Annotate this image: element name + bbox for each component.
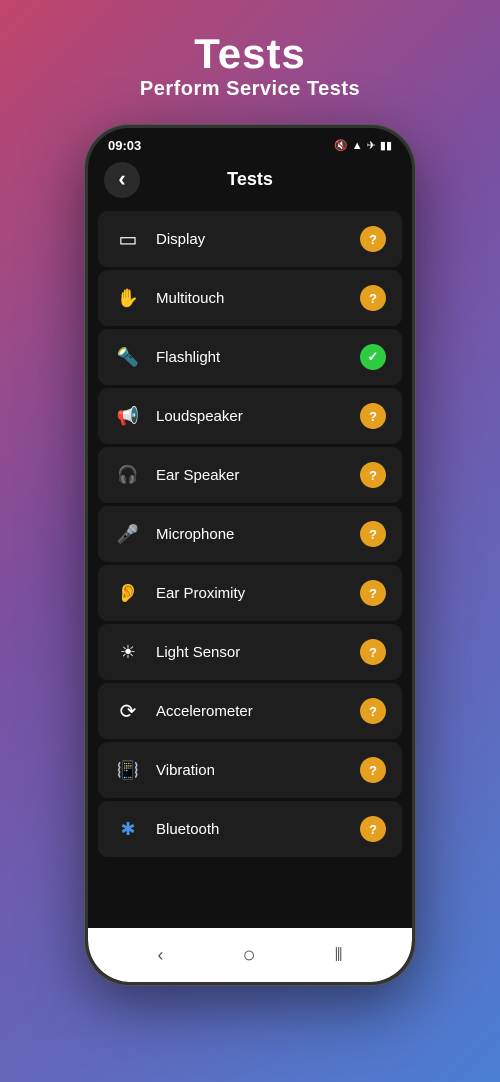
test-item-vibration[interactable]: Vibration [98,742,402,798]
touch-icon [114,284,142,312]
light-icon [114,638,142,666]
display-icon [114,225,142,253]
test-label-ear-speaker: Ear Speaker [156,467,360,484]
bottom-nav: ‹ ○ ⦀ [88,928,412,982]
vibration-icon [114,756,142,784]
test-item-multitouch[interactable]: Multitouch [98,270,402,326]
bluetooth-icon [114,815,142,843]
test-item-ear-speaker[interactable]: Ear Speaker [98,447,402,503]
signal-icon: ✈ [367,139,376,152]
status-badge-flashlight [360,344,386,370]
phone-frame: 09:03 🔇 ▲ ✈ ▮▮ Tests Display Multitouch [85,125,415,985]
nav-recents-button[interactable]: ⦀ [327,937,351,974]
page-subtitle: Perform Service Tests [140,78,360,101]
status-badge-vibration [360,757,386,783]
status-badge-display [360,226,386,252]
test-item-ear-proximity[interactable]: Ear Proximity [98,565,402,621]
status-badge-light-sensor [360,639,386,665]
status-badge-ear-speaker [360,462,386,488]
status-badge-ear-proximity [360,580,386,606]
status-badge-bluetooth [360,816,386,842]
nav-back-button[interactable]: ‹ [149,937,171,974]
test-item-bluetooth[interactable]: Bluetooth [98,801,402,857]
test-label-ear-proximity: Ear Proximity [156,585,360,602]
test-item-accelerometer[interactable]: Accelerometer [98,683,402,739]
status-icons: 🔇 ▲ ✈ ▮▮ [334,139,392,152]
test-label-bluetooth: Bluetooth [156,821,360,838]
flash-icon [114,343,142,371]
test-label-vibration: Vibration [156,762,360,779]
back-button[interactable] [104,162,140,198]
status-time: 09:03 [108,138,141,153]
test-label-loudspeaker: Loudspeaker [156,408,360,425]
wifi-icon: ▲ [352,140,363,152]
test-item-loudspeaker[interactable]: Loudspeaker [98,388,402,444]
test-item-flashlight[interactable]: Flashlight [98,329,402,385]
test-label-flashlight: Flashlight [156,349,360,366]
test-item-microphone[interactable]: Microphone [98,506,402,562]
proximity-icon [114,579,142,607]
page-header: Tests Perform Service Tests [140,30,360,101]
test-label-multitouch: Multitouch [156,290,360,307]
test-item-display[interactable]: Display [98,211,402,267]
speaker-icon [114,402,142,430]
nav-home-button[interactable]: ○ [234,934,263,976]
accel-icon [114,697,142,725]
test-label-light-sensor: Light Sensor [156,644,360,661]
status-bar: 09:03 🔇 ▲ ✈ ▮▮ [88,128,412,159]
mic-icon [114,520,142,548]
page-title: Tests [140,30,360,78]
battery-icon: ▮▮ [380,139,392,152]
phone-screen: 09:03 🔇 ▲ ✈ ▮▮ Tests Display Multitouch [88,128,412,982]
test-list: Display Multitouch Flashlight Loudspeake… [88,200,412,928]
status-badge-multitouch [360,285,386,311]
test-label-microphone: Microphone [156,526,360,543]
mute-icon: 🔇 [334,139,348,152]
test-label-display: Display [156,231,360,248]
earspeaker-icon [114,461,142,489]
status-badge-microphone [360,521,386,547]
status-badge-loudspeaker [360,403,386,429]
status-badge-accelerometer [360,698,386,724]
app-bar: Tests [88,159,412,200]
test-label-accelerometer: Accelerometer [156,703,360,720]
test-item-light-sensor[interactable]: Light Sensor [98,624,402,680]
app-bar-title: Tests [227,169,273,190]
